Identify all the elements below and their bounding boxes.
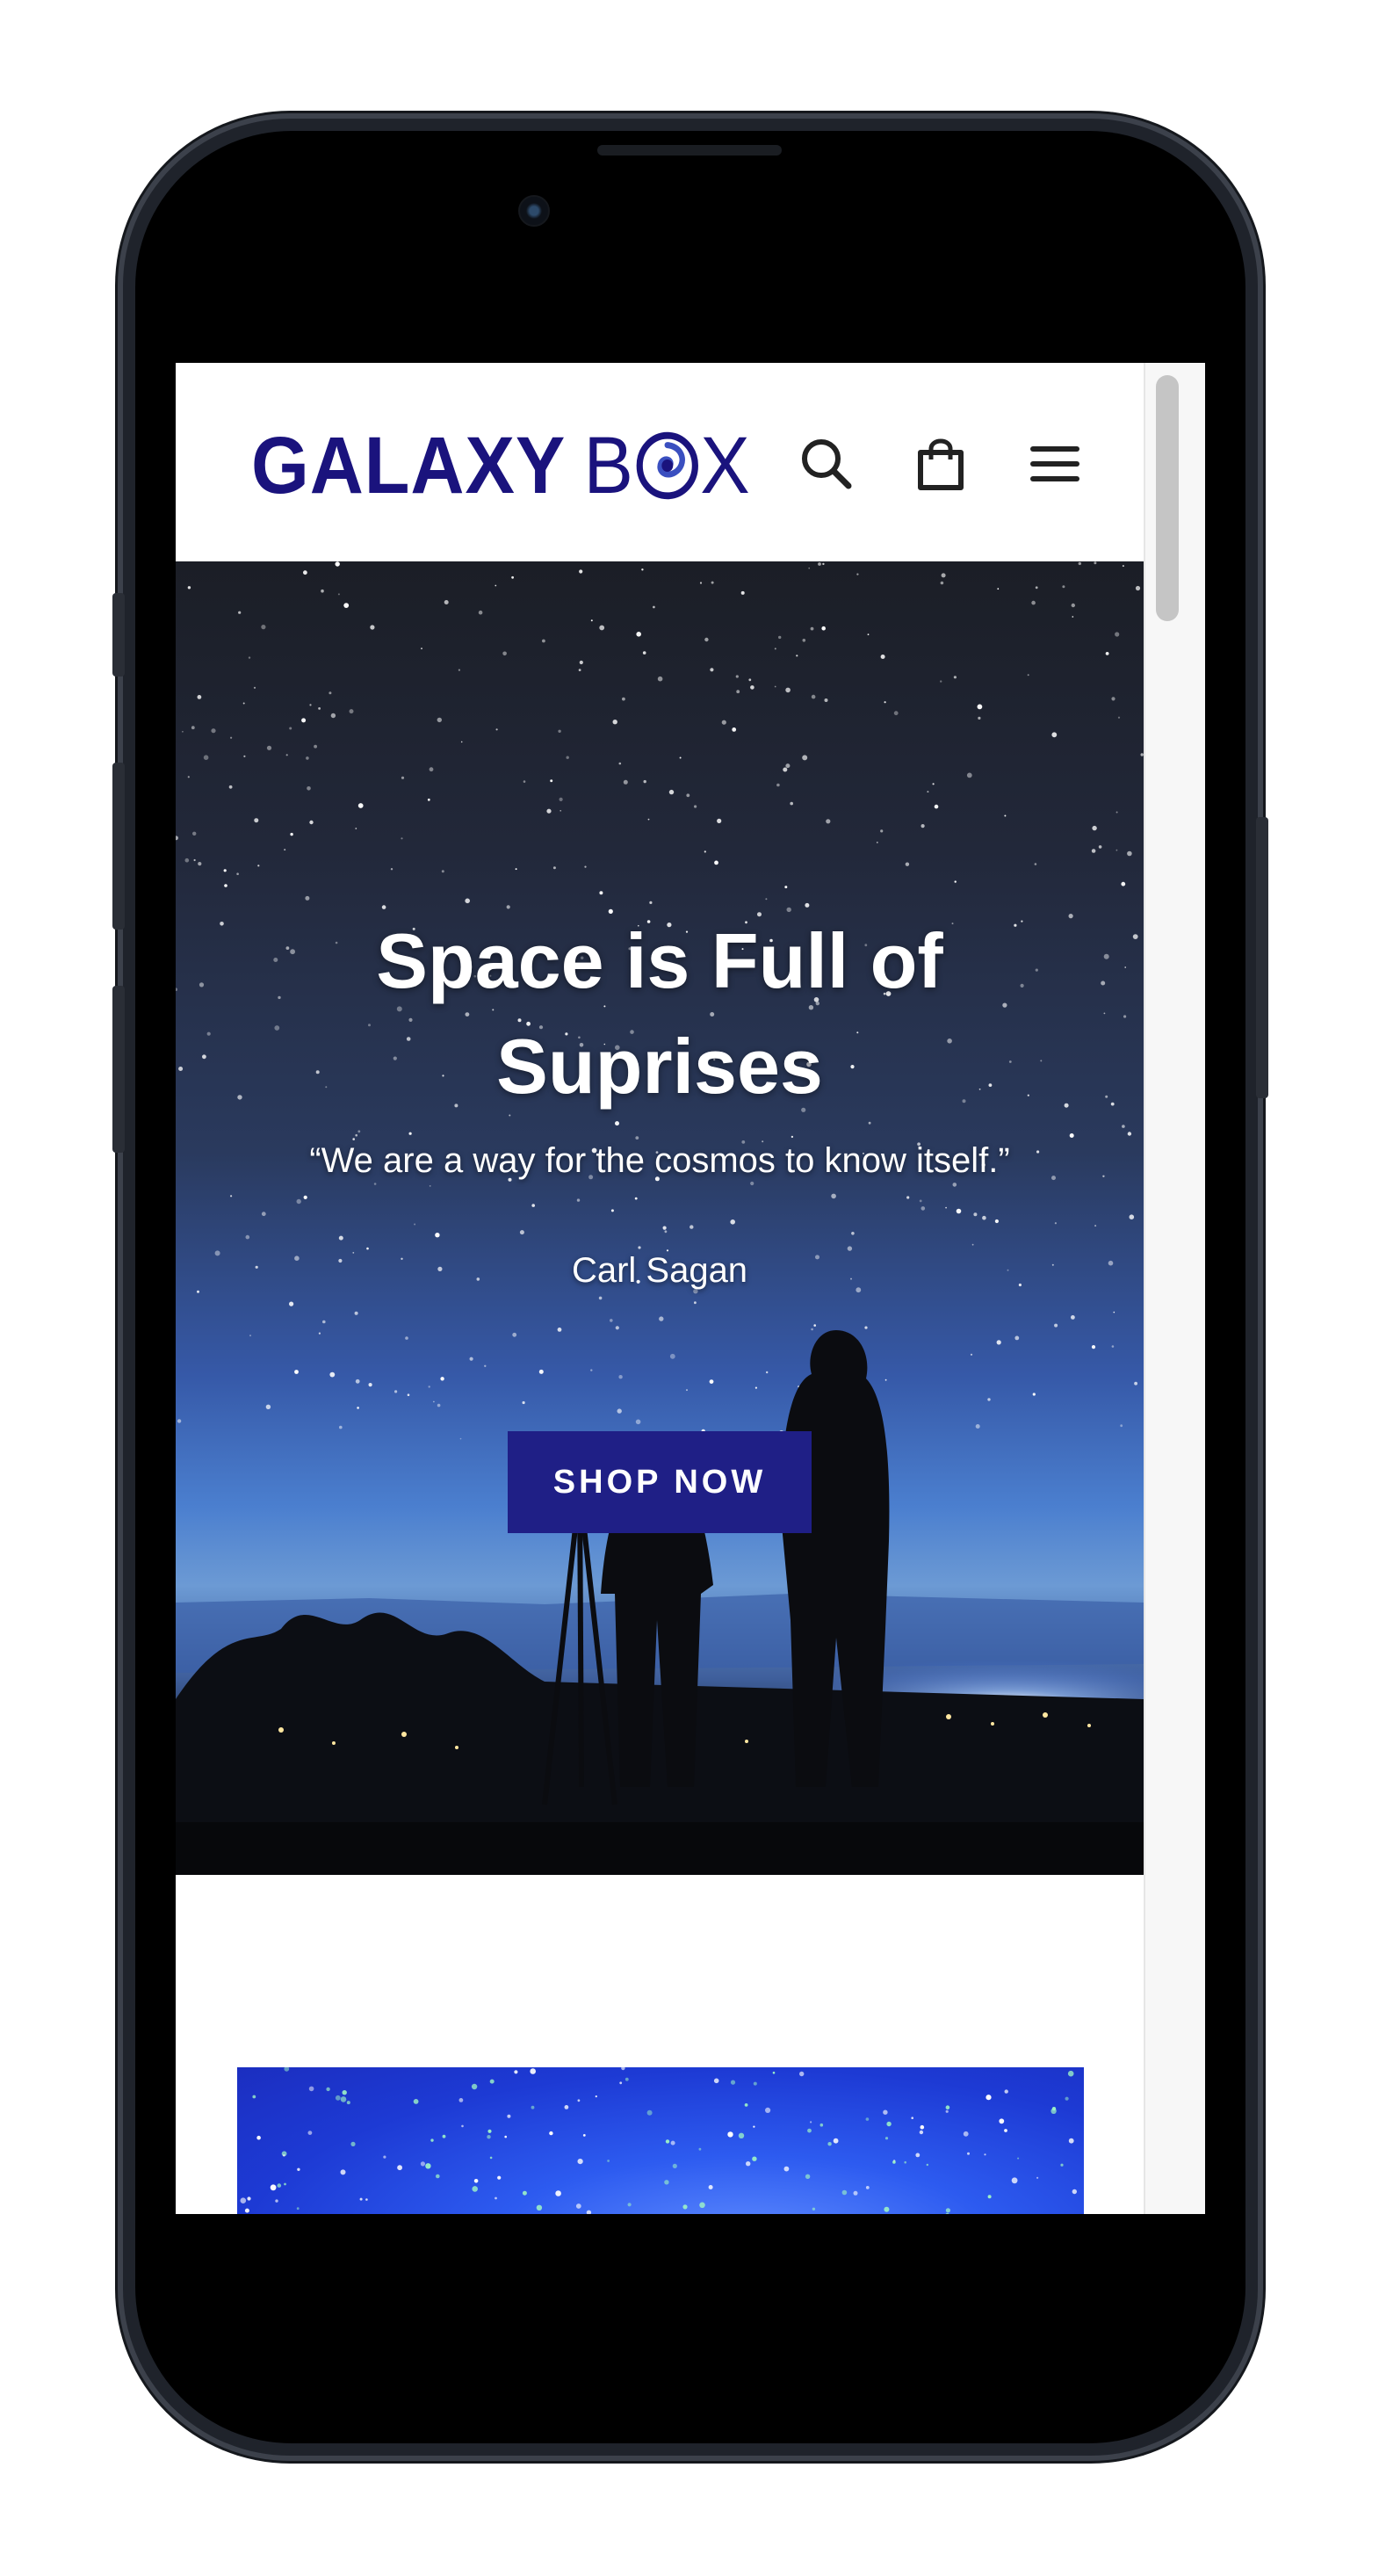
hero-quote: “We are a way for the cosmos to know its… — [309, 1141, 1010, 1180]
mute-switch — [112, 593, 125, 677]
earpiece-speaker — [597, 145, 782, 156]
volume-down-button — [112, 986, 125, 1153]
cart-icon[interactable] — [910, 433, 971, 495]
web-page: GALAXY B X Space is Full of Suprises “We… — [176, 363, 1144, 2214]
hero-title-line-2: Suprises — [496, 1023, 823, 1110]
hero-quote-author: Carl Sagan — [571, 1251, 748, 1290]
logo-word-galaxy: GALAXY — [251, 420, 567, 510]
shop-now-button[interactable]: SHOP NOW — [508, 1431, 812, 1533]
galaxy-swirl-icon — [636, 431, 698, 500]
product-image-preview — [237, 2067, 1084, 2214]
volume-up-button — [112, 763, 125, 930]
scrollbar-thumb[interactable] — [1156, 375, 1179, 621]
power-button — [1256, 817, 1268, 1098]
projector-stars-image — [240, 2067, 1077, 2214]
search-icon[interactable] — [796, 433, 857, 495]
logo-word-box: B X — [583, 420, 750, 512]
front-camera — [518, 195, 550, 227]
menu-icon[interactable] — [1024, 433, 1086, 495]
hero-banner: Space is Full of Suprises “We are a way … — [176, 561, 1144, 1875]
phone-screen: GALAXY B X Space is Full of Suprises “We… — [176, 363, 1205, 2214]
hero-title-line-1: Space is Full of — [376, 917, 943, 1004]
logo-letter-x: X — [700, 420, 751, 510]
hero-title: Space is Full of Suprises — [176, 908, 1144, 1119]
brand-logo[interactable]: GALAXY B X — [251, 417, 751, 514]
site-header: GALAXY B X — [176, 363, 1144, 561]
logo-letter-b: B — [583, 420, 634, 510]
scrollbar-track[interactable] — [1144, 363, 1205, 2214]
silhouette-landscape — [176, 1330, 1144, 1875]
